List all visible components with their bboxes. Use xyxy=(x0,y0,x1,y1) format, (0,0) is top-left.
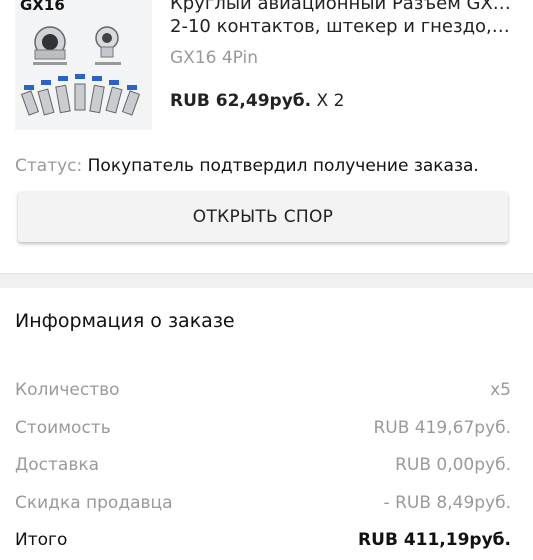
row-label: Количество xyxy=(15,380,120,400)
row-label: Скидка продавца xyxy=(15,492,173,513)
connector-image xyxy=(20,26,141,116)
product-variant: GX16 4Pin xyxy=(170,48,259,68)
row-value: x5 xyxy=(490,380,511,400)
price-row: RUB 62,49руб. X 2 xyxy=(170,91,344,111)
product-item[interactable]: GX16 Круглый авиационный Разъем GX16, 2-… xyxy=(0,0,533,140)
status-value: Покупатель подтвердил получение заказа. xyxy=(87,156,479,176)
row-value: RUB 0,00руб. xyxy=(395,455,511,475)
unit-price: RUB 62,49руб. xyxy=(170,91,312,111)
product-title-line-1: Круглый авиационный Разъем GX16, xyxy=(170,0,515,14)
order-status: Статус: Покупатель подтвердил получение … xyxy=(15,156,479,176)
order-info-title: Информация о заказе xyxy=(15,310,235,332)
section-divider xyxy=(0,273,533,288)
item-quantity: X 2 xyxy=(316,91,345,111)
status-label: Статус: xyxy=(15,156,83,176)
open-dispute-button[interactable]: ОТКРЫТЬ СПОР xyxy=(18,191,508,242)
order-info-row-cost: Стоимость RUB 419,67руб. xyxy=(15,410,511,448)
row-value: RUB 419,67руб. xyxy=(373,417,511,438)
row-value: RUB 411,19руб. xyxy=(358,530,511,550)
row-label: Доставка xyxy=(15,455,100,475)
row-label: Итого xyxy=(15,530,68,550)
product-thumbnail[interactable]: GX16 xyxy=(15,0,152,130)
product-title-line-2: 2-10 контактов, штекер и гнездо, 16... xyxy=(170,16,515,37)
order-info-row-shipping: Доставка RUB 0,00руб. xyxy=(15,447,511,485)
row-value: - RUB 8,49руб. xyxy=(383,492,511,513)
order-info-row-discount: Скидка продавца - RUB 8,49руб. xyxy=(15,485,511,523)
row-label: Стоимость xyxy=(15,417,111,438)
thumbnail-brand-text: GX16 xyxy=(20,0,65,14)
product-title[interactable]: Круглый авиационный Разъем GX16, 2-10 ко… xyxy=(170,0,515,38)
order-info-row-quantity: Количество x5 xyxy=(15,372,511,410)
order-info-list: Количество x5 Стоимость RUB 419,67руб. Д… xyxy=(15,372,511,560)
